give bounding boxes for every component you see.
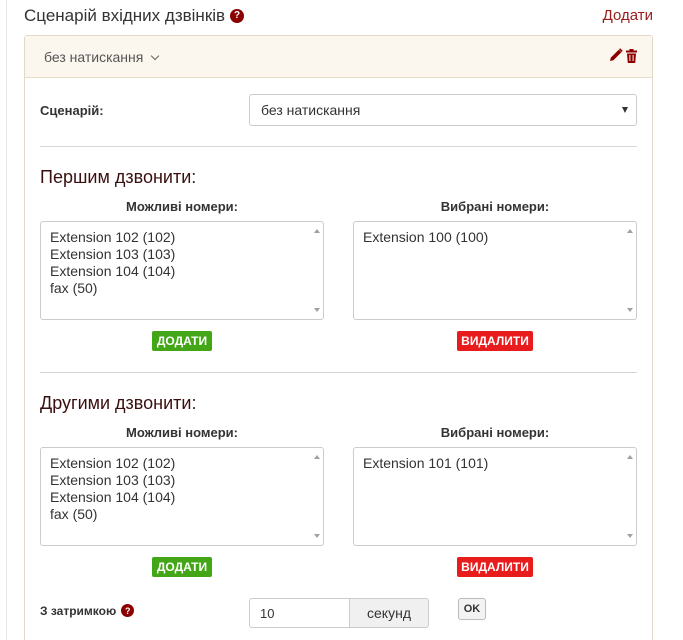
scroll-down-icon[interactable] — [627, 534, 633, 538]
divider — [40, 372, 637, 373]
divider — [40, 146, 637, 147]
list-item[interactable]: Extension 103 (103) — [50, 246, 314, 263]
list-item[interactable]: Extension 100 (100) — [363, 229, 627, 246]
list-item[interactable]: Extension 101 (101) — [363, 455, 627, 472]
scrollbar[interactable] — [622, 222, 636, 319]
selected-numbers-label: Вибрані номери: — [440, 425, 550, 440]
scroll-up-icon[interactable] — [314, 455, 320, 459]
scroll-down-icon[interactable] — [627, 308, 633, 312]
scrollbar[interactable] — [309, 222, 323, 319]
page-title: Сценарій вхідних дзвінків? — [24, 6, 245, 26]
help-icon[interactable]: ? — [121, 604, 135, 618]
ok-button[interactable]: OK — [458, 598, 486, 620]
delay-seconds-input[interactable] — [249, 598, 349, 628]
scroll-up-icon[interactable] — [627, 455, 633, 459]
pencil-icon[interactable] — [609, 48, 623, 64]
list-item[interactable]: Extension 103 (103) — [50, 472, 314, 489]
scrollbar[interactable] — [309, 448, 323, 545]
available-numbers-list[interactable]: Extension 102 (102) Extension 103 (103) … — [40, 221, 324, 320]
help-icon[interactable]: ? — [230, 8, 245, 23]
scroll-down-icon[interactable] — [314, 308, 320, 312]
add-scenario-link[interactable]: Додати — [603, 7, 653, 24]
list-item[interactable]: Extension 104 (104) — [50, 263, 314, 280]
second-ring-title: Другими дзвонити: — [40, 393, 197, 413]
scroll-up-icon[interactable] — [314, 229, 320, 233]
page-header: Сценарій вхідних дзвінків? Додати — [24, 6, 653, 28]
list-item[interactable]: Extension 102 (102) — [50, 455, 314, 472]
selected-numbers-list[interactable]: Extension 101 (101) — [353, 447, 637, 546]
scenario-select[interactable]: без натискання — [249, 94, 637, 126]
available-numbers-label: Можливі номери: — [125, 425, 238, 440]
left-border — [6, 0, 7, 640]
trash-icon[interactable] — [626, 49, 637, 63]
list-item[interactable]: Extension 102 (102) — [50, 229, 314, 246]
caret-down-icon — [622, 107, 628, 113]
panel-header[interactable]: без натискання — [25, 36, 652, 78]
list-item[interactable]: Extension 104 (104) — [50, 489, 314, 506]
remove-number-button[interactable]: ВИДАЛИТИ — [457, 331, 533, 351]
selected-numbers-label: Вибрані номери: — [440, 199, 550, 214]
scrollbar[interactable] — [622, 448, 636, 545]
selected-numbers-list[interactable]: Extension 100 (100) — [353, 221, 637, 320]
seconds-unit-addon: секунд — [349, 598, 429, 628]
add-number-button[interactable]: ДОДАТИ — [152, 557, 212, 577]
list-item[interactable]: fax (50) — [50, 280, 314, 297]
scroll-up-icon[interactable] — [627, 229, 633, 233]
remove-number-button[interactable]: ВИДАЛИТИ — [457, 557, 533, 577]
scroll-down-icon[interactable] — [314, 534, 320, 538]
chevron-down-icon — [151, 51, 160, 61]
first-ring-title: Першим дзвонити: — [40, 167, 197, 187]
add-number-button[interactable]: ДОДАТИ — [152, 331, 212, 351]
available-numbers-list[interactable]: Extension 102 (102) Extension 103 (103) … — [40, 447, 324, 546]
delay-label: З затримкою? — [40, 604, 135, 618]
panel-header-title[interactable]: без натискання — [44, 49, 160, 65]
scenario-panel: без натискання Сценарій: без натискання … — [24, 35, 653, 640]
scenario-label: Сценарій: — [40, 103, 104, 118]
list-item[interactable]: fax (50) — [50, 506, 314, 523]
available-numbers-label: Можливі номери: — [125, 199, 238, 214]
